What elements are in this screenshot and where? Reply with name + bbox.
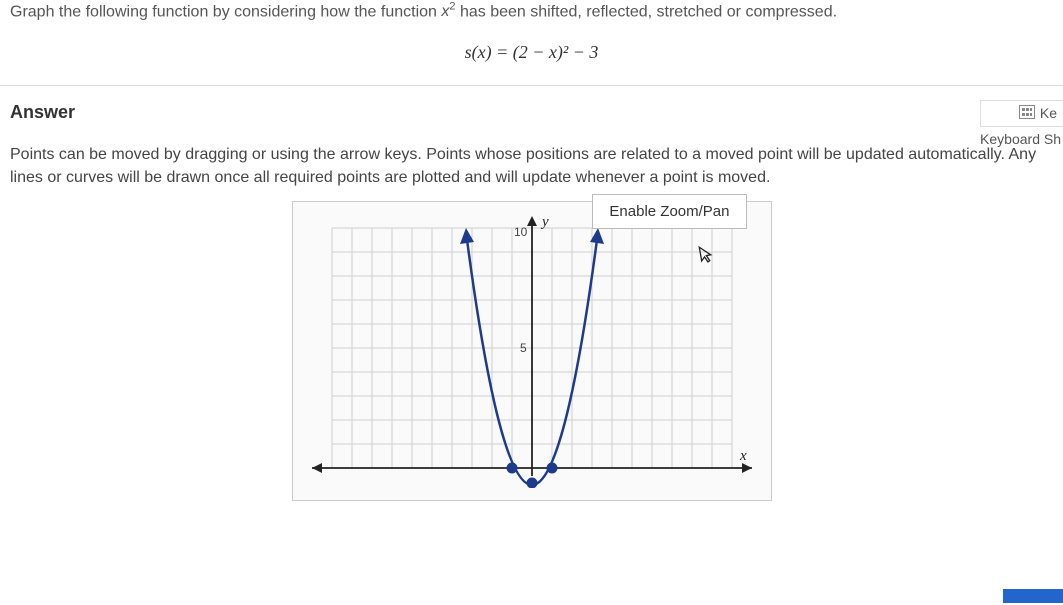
keyboard-shortcuts-link[interactable]: Keyboard Sh (980, 131, 1063, 147)
y-axis-label: y (540, 214, 549, 230)
question-prefix: Graph the following function by consider… (10, 3, 441, 20)
plotted-point-right[interactable] (547, 463, 557, 473)
x-axis-arrow-right (742, 463, 752, 473)
graph-container[interactable]: Enable Zoom/Pan (292, 201, 772, 501)
instructions-text: Points can be moved by dragging or using… (0, 133, 1063, 199)
plotted-point-left[interactable] (507, 463, 517, 473)
tick-label-10: 10 (514, 225, 528, 239)
question-suffix: has been shifted, reflected, stretched o… (456, 3, 838, 20)
answer-heading: Answer (10, 102, 1053, 123)
keypad-icon (1019, 105, 1035, 122)
keypad-button[interactable]: Ke (980, 100, 1063, 127)
formula-display: s(x) = (2 − x)² − 3 (0, 42, 1063, 63)
y-axis-arrow-up (527, 216, 537, 226)
enable-zoom-pan-button[interactable]: Enable Zoom/Pan (592, 194, 746, 229)
keypad-label: Ke (1040, 105, 1057, 121)
plotted-point-vertex[interactable] (527, 478, 537, 488)
tick-label-5: 5 (520, 341, 527, 355)
question-var: x2 (441, 3, 455, 20)
x-axis-arrow-left (312, 463, 322, 473)
question-prompt: Graph the following function by consider… (0, 0, 1063, 24)
x-axis-label: x (739, 448, 747, 464)
footer-accent (1003, 589, 1063, 603)
coordinate-plane[interactable]: y x 10 5 (302, 208, 762, 488)
graph-area: Enable Zoom/Pan (0, 201, 1063, 501)
